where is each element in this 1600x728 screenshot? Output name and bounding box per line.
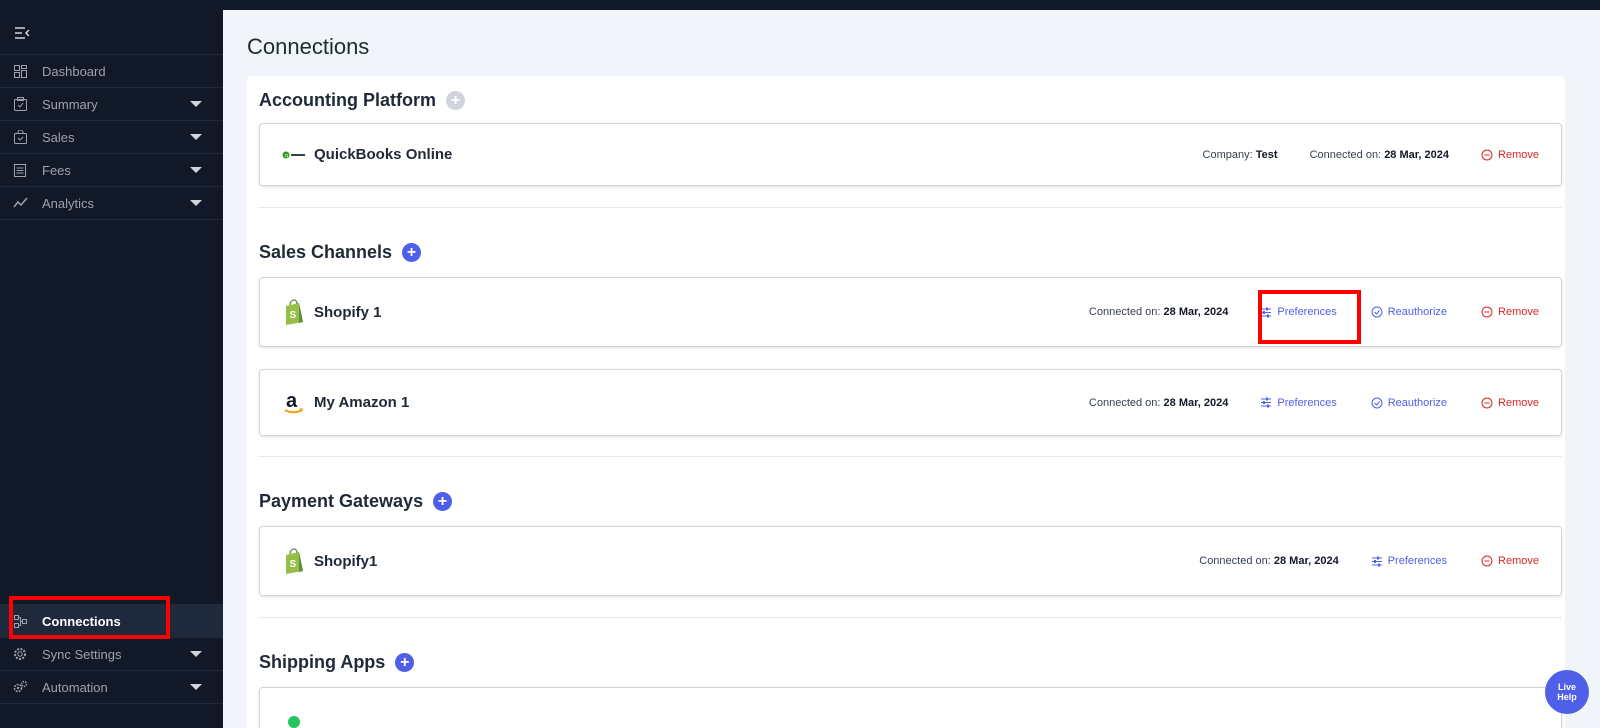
section-title: Payment Gateways xyxy=(259,491,424,511)
sidebar-item-label: Sales xyxy=(42,129,75,145)
check-circle-icon xyxy=(1371,397,1383,409)
sliders-icon xyxy=(1260,306,1272,318)
sliders-icon xyxy=(1371,555,1383,567)
divider xyxy=(259,617,1562,618)
shipping-app-logo-icon xyxy=(282,710,306,728)
add-accounting-button[interactable]: + xyxy=(446,91,466,110)
shopify-logo-icon: S xyxy=(282,548,306,574)
sidebar-item-label: Summary xyxy=(42,96,98,112)
gears-icon xyxy=(12,679,28,695)
sidebar-item-sales[interactable]: Sales xyxy=(0,121,223,154)
gear-icon xyxy=(12,646,28,662)
page-title: Connections xyxy=(247,34,370,59)
section-sales-channels: Sales Channels + xyxy=(259,242,422,263)
amazon-logo-icon: a xyxy=(282,391,306,415)
svg-text:S: S xyxy=(290,559,297,570)
section-title: Accounting Platform xyxy=(259,90,437,110)
section-shipping-apps: Shipping Apps + xyxy=(259,652,415,673)
sidebar-item-sync-settings[interactable]: Sync Settings xyxy=(0,638,223,671)
sidebar-item-dashboard[interactable]: Dashboard xyxy=(0,55,223,88)
card-my-amazon-1: a My Amazon 1 Connected on: 28 Mar, 2024… xyxy=(259,369,1562,436)
connection-name: QuickBooks Online xyxy=(314,146,453,163)
chevron-down-icon xyxy=(190,651,202,657)
sidebar-item-fees[interactable]: Fees xyxy=(0,154,223,187)
add-sales-channel-button[interactable]: + xyxy=(402,243,422,262)
connected-date: Connected on: 28 Mar, 2024 xyxy=(1088,306,1229,318)
add-payment-gateway-button[interactable]: + xyxy=(433,492,453,511)
quickbooks-logo-icon: q xyxy=(282,143,306,167)
sidebar-item-label: Analytics xyxy=(42,195,95,211)
sidebar-item-summary[interactable]: Summary xyxy=(0,88,223,121)
remove-button[interactable]: Remove xyxy=(1481,149,1539,161)
clipboard-icon xyxy=(12,96,28,112)
connections-panel: Accounting Platform + q QuickBooks Onlin… xyxy=(247,76,1565,728)
remove-button[interactable]: Remove xyxy=(1481,306,1539,318)
menu-collapse-icon[interactable] xyxy=(14,26,30,40)
sliders-icon xyxy=(1260,397,1272,409)
chevron-down-icon xyxy=(190,684,202,690)
sidebar-item-label: Connections xyxy=(42,613,121,629)
preferences-button[interactable]: Preferences xyxy=(1260,397,1337,409)
remove-icon xyxy=(1481,306,1493,318)
remove-icon xyxy=(1481,397,1493,409)
connection-name: Shopify1 xyxy=(314,552,378,570)
chevron-down-icon xyxy=(190,101,202,107)
remove-button[interactable]: Remove xyxy=(1481,397,1539,409)
sidebar-item-connections[interactable]: Connections xyxy=(0,604,223,638)
connection-name: My Amazon 1 xyxy=(314,394,410,411)
chevron-down-icon xyxy=(190,200,202,206)
remove-icon xyxy=(1481,149,1493,161)
sidebar-item-label: Fees xyxy=(42,162,71,178)
connected-date: Connected on: 28 Mar, 2024 xyxy=(1088,396,1229,409)
section-title: Shipping Apps xyxy=(259,652,386,672)
divider xyxy=(259,456,1562,457)
section-payment-gateways: Payment Gateways + xyxy=(259,491,453,512)
sidebar-item-label: Dashboard xyxy=(42,63,106,79)
sidebar-item-analytics[interactable]: Analytics xyxy=(0,187,223,220)
top-bar xyxy=(223,0,1600,10)
dashboard-icon xyxy=(12,63,28,79)
trend-icon xyxy=(12,195,28,211)
remove-button[interactable]: Remove xyxy=(1481,555,1539,567)
chevron-down-icon xyxy=(190,167,202,173)
sidebar-item-label: Sync Settings xyxy=(42,646,122,662)
bag-icon xyxy=(12,129,28,145)
divider xyxy=(259,207,1562,208)
sidebar: Dashboard Summary Sales Fees Analytics C xyxy=(0,0,223,728)
reauthorize-button[interactable]: Reauthorize xyxy=(1371,306,1447,318)
preferences-button[interactable]: Preferences xyxy=(1260,306,1337,318)
svg-text:q: q xyxy=(285,153,288,159)
connections-icon xyxy=(12,613,28,629)
svg-text:a: a xyxy=(286,391,298,412)
live-help-button[interactable]: Live Help xyxy=(1545,670,1589,714)
section-accounting: Accounting Platform + xyxy=(259,90,466,111)
check-circle-icon xyxy=(1371,306,1383,318)
card-quickbooks: q QuickBooks Online Company: Test Connec… xyxy=(259,123,1562,186)
shopify-logo-icon: S xyxy=(282,299,306,325)
remove-icon xyxy=(1481,555,1493,567)
connected-date: Connected on: 28 Mar, 2024 xyxy=(1309,148,1450,161)
card-shopify1-payment: S Shopify1 Connected on: 28 Mar, 2024 Pr… xyxy=(259,526,1562,596)
company-info: Company: Test xyxy=(1202,148,1278,161)
chevron-down-icon xyxy=(190,134,202,140)
card-shipping-app xyxy=(259,687,1562,728)
preferences-button[interactable]: Preferences xyxy=(1371,555,1447,567)
main-content: Connections Accounting Platform + q Quic… xyxy=(223,10,1600,728)
add-shipping-app-button[interactable]: + xyxy=(395,653,415,672)
list-icon xyxy=(12,162,28,178)
svg-text:S: S xyxy=(290,310,297,321)
connection-name: Shopify 1 xyxy=(314,303,382,321)
sidebar-item-label: Automation xyxy=(42,679,108,695)
card-shopify-1: S Shopify 1 Connected on: 28 Mar, 2024 P… xyxy=(259,277,1562,347)
section-title: Sales Channels xyxy=(259,242,393,262)
connected-date: Connected on: 28 Mar, 2024 xyxy=(1199,555,1339,567)
reauthorize-button[interactable]: Reauthorize xyxy=(1371,397,1447,409)
sidebar-item-automation[interactable]: Automation xyxy=(0,671,223,704)
